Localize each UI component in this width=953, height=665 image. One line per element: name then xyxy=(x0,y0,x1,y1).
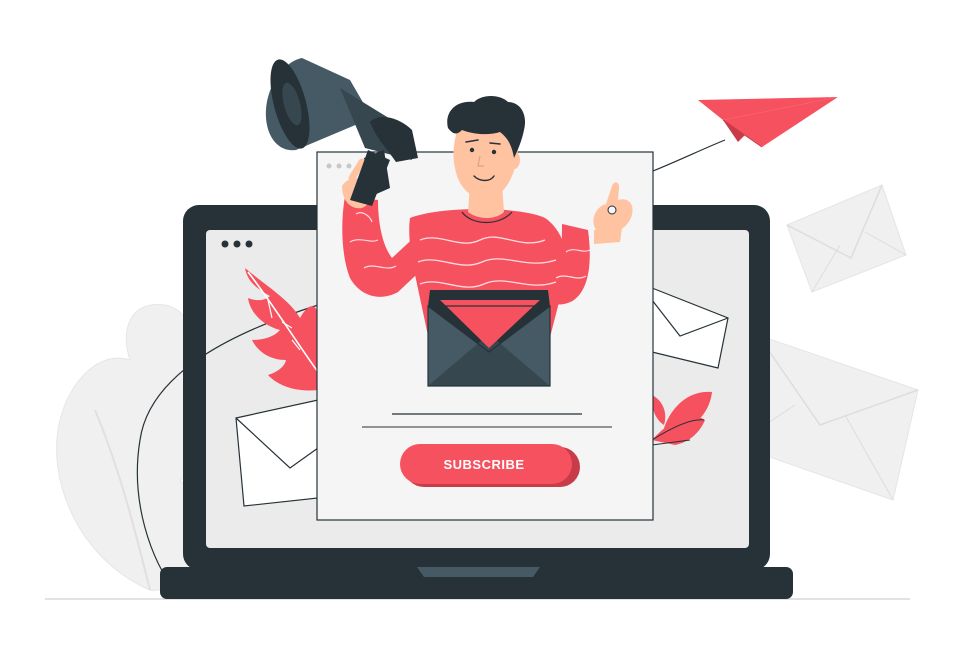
paper-plane-icon xyxy=(652,97,838,172)
background-envelope-top-right xyxy=(786,184,907,293)
email-marketing-illustration: SUBSCRIBE xyxy=(45,58,919,600)
envelope-icon xyxy=(427,290,551,387)
window-dot xyxy=(221,240,229,248)
subscribe-button-label: SUBSCRIBE xyxy=(443,457,524,472)
window-dot xyxy=(346,163,352,169)
subscribe-button[interactable]: SUBSCRIBE xyxy=(400,444,580,487)
window-dot xyxy=(245,240,253,248)
window-dot xyxy=(336,163,342,169)
window-dot xyxy=(326,163,332,169)
window-dot xyxy=(233,240,241,248)
envelope-icon xyxy=(235,399,319,507)
